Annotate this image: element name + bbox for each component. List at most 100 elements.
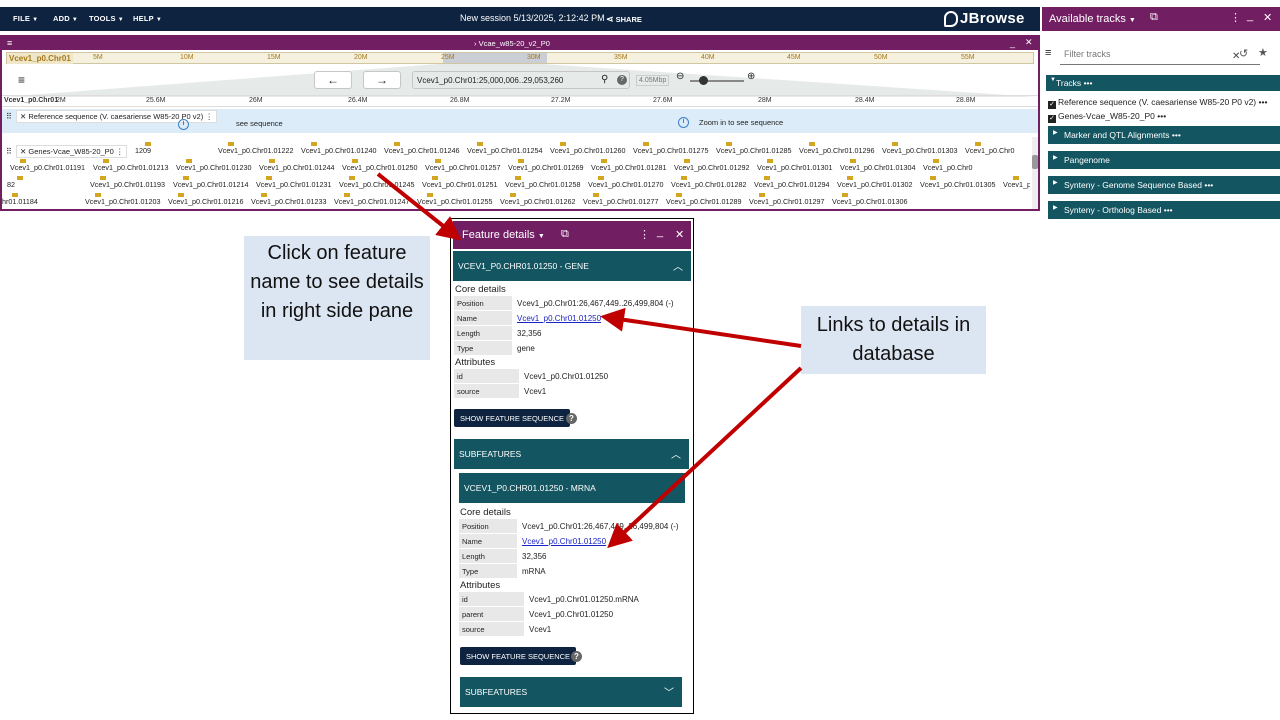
gene-feature-label[interactable]: Vcev1_p0.Chr01.01304 (840, 163, 916, 172)
gene-feature-label[interactable]: Vcev1_p0.Chr01.01301 (757, 163, 833, 172)
zoom-slider-handle[interactable] (699, 76, 708, 85)
share-button[interactable]: ⋖ SHARE (606, 14, 642, 25)
gene-feature-label[interactable]: Vcev1_p0.Chr01.01302 (837, 180, 913, 189)
open-new-window-icon[interactable]: ⧉ (1150, 11, 1158, 24)
close-track-icon[interactable]: ✕ (20, 112, 26, 121)
close-icon[interactable]: ✕ (1263, 11, 1272, 24)
more-horiz-icon[interactable]: ••• (1172, 130, 1181, 140)
gene-feature-label[interactable]: Vcev1_p0.Chr01.01250 (342, 163, 418, 172)
tracks-panel-title[interactable]: Available tracks ▼ (1049, 13, 1136, 25)
overview-scalebar[interactable]: Vcev1_p0.Chr01 5M 10M 15M 20M 25M 30M 35… (6, 52, 1034, 64)
search-icon[interactable]: ⚲ (601, 74, 608, 85)
view-title[interactable]: › Vcae_w85-20_v2_P0 (474, 39, 550, 48)
more-horiz-icon[interactable]: ••• (1259, 97, 1268, 107)
category-synteny-ortholog[interactable]: ▶ Synteny - Ortholog Based ••• (1048, 201, 1280, 219)
zoom-out-icon[interactable]: ⊖ (676, 71, 684, 82)
checkbox-checked-icon[interactable]: ✓ (1048, 115, 1056, 123)
gene-feature-label[interactable]: Vcev1_p0.Chr01.01251 (422, 180, 498, 189)
favorites-star-icon[interactable]: ★ (1258, 46, 1268, 59)
gene-section-header[interactable]: VCEV1_P0.CHR01.01250 - GENE ︿ (453, 251, 691, 281)
show-gene-sequence-button[interactable]: SHOW FEATURE SEQUENCE (454, 409, 571, 427)
tracks-category-header[interactable]: ▼ Tracks ••• (1046, 75, 1280, 91)
add-menu[interactable]: ADD ▼ (53, 14, 78, 23)
gene-feature-label[interactable]: Vcev1_p0.Chr01.01246 (384, 146, 460, 155)
filter-tracks-input[interactable]: Filter tracks ✕ (1060, 47, 1260, 65)
gene-feature-label[interactable]: Vcev1_p0.Chr01.01257 (425, 163, 501, 172)
gene-feature-label[interactable]: Vcev1_p0.Chr01.01262 (500, 197, 576, 206)
track-item-reference[interactable]: ✓ Reference sequence (V. caesariense W85-… (1048, 97, 1267, 109)
scrollbar-thumb[interactable] (1032, 155, 1038, 169)
gene-feature-label[interactable]: Vcev1_p0.Chr01.01213 (93, 163, 169, 172)
gene-feature-label[interactable]: Vcev1_p0.Chr01.01244 (259, 163, 335, 172)
category-marker-qtl[interactable]: ▶ Marker and QTL Alignments ••• (1048, 126, 1280, 144)
category-pangenome[interactable]: ▶ Pangenome (1048, 151, 1280, 169)
genes-track-label[interactable]: ✕ Genes-Vcae_W85-20_P0 ⋮ (16, 145, 128, 158)
gene-feature-label[interactable]: Vcev1_p0.Chr01.01285 (716, 146, 792, 155)
open-new-window-icon[interactable]: ⧉ (561, 228, 569, 241)
gene-feature-label[interactable]: Vcev1_p0.Chr01.01294 (754, 180, 830, 189)
help-icon[interactable]: ? (566, 413, 577, 424)
pan-left-button[interactable]: ← (314, 71, 352, 89)
help-icon[interactable]: ? (571, 651, 582, 662)
minimize-icon[interactable]: _ (1247, 10, 1253, 22)
gene-feature-label[interactable]: Vcev1_p0.Chr01.01296 (799, 146, 875, 155)
more-horiz-icon[interactable]: ••• (1157, 111, 1166, 121)
file-menu[interactable]: FILE ▼ (13, 14, 38, 23)
more-horiz-icon[interactable]: ••• (1164, 205, 1173, 215)
gene-feature-label[interactable]: Vcev1_p0.Chr01.01269 (508, 163, 584, 172)
gene-feature-label[interactable]: hr01.01184 (2, 197, 38, 206)
genes-track-scrollbar[interactable] (1032, 137, 1038, 209)
gene-feature-label[interactable]: Vcev1_p0.Chr01.01254 (467, 146, 543, 155)
more-vert-icon[interactable]: ⋮ (1230, 11, 1241, 24)
gene-feature-label[interactable]: Vcev1_p0.Chr01.01297 (749, 197, 825, 206)
session-title[interactable]: New session 5/13/2025, 2:12:42 PM (460, 13, 605, 23)
gene-feature-label[interactable]: Vcev1_p0.Chr01.01306 (832, 197, 908, 206)
subfeatures-header[interactable]: SUBFEATURES ︿ (454, 439, 689, 469)
gene-glyph[interactable] (17, 176, 23, 180)
gene-feature-label[interactable]: Vcev1_p0.Chr01.01231 (256, 180, 332, 189)
minimize-view-icon[interactable]: _ (1010, 38, 1015, 48)
location-input[interactable]: Vcev1_p0.Chr01:25,000,006..29,053,260 ⚲ … (412, 71, 630, 89)
minimize-icon[interactable]: _ (657, 226, 663, 238)
gene-feature-label[interactable]: 1209 (135, 146, 151, 155)
genes-track[interactable]: 1209 Vcev1_p0.Chr01.01222 Vcev1_p0.Chr01.0… (2, 137, 1030, 209)
category-synteny-genome[interactable]: ▶ Synteny - Genome Sequence Based ••• (1048, 176, 1280, 194)
track-selector-icon[interactable]: ≡ (18, 73, 25, 87)
gene-feature-label[interactable]: Vcev1_p0.Chr01.01303 (882, 146, 958, 155)
gene-feature-label[interactable]: 82 (7, 180, 15, 189)
help-icon[interactable]: ? (617, 75, 627, 85)
pan-right-button[interactable]: → (363, 71, 401, 89)
show-mrna-sequence-button[interactable]: SHOW FEATURE SEQUENCE (460, 647, 577, 665)
gene-feature-label[interactable]: Vcev1_p0.Chr01.01277 (583, 197, 659, 206)
gene-feature-label[interactable]: Vcev1_p0.Chr01.01275 (633, 146, 709, 155)
gene-feature-label[interactable]: Vcev1_p0.Chr01.01260 (550, 146, 626, 155)
gene-feature-label[interactable]: Vcev1_p0.Chr0 (965, 146, 1015, 155)
more-vert-icon[interactable]: ⋮ (639, 228, 650, 241)
gene-feature-label[interactable]: Vcev1_p0.Chr01.01230 (176, 163, 252, 172)
gene-feature-label[interactable]: Vcev1_p0.Chr01.01247 (334, 197, 410, 206)
gene-feature-label[interactable]: Vcev1_p0.Chr01.01270 (588, 180, 664, 189)
gene-feature-label[interactable]: Vcev1_p0.Chr01.01281 (591, 163, 667, 172)
mrna-subfeatures-header[interactable]: SUBFEATURES ﹀ (460, 677, 682, 707)
gene-feature-label[interactable]: Vcev1_p0.Chr01.01191 (10, 163, 85, 172)
more-horiz-icon[interactable]: ••• (1084, 78, 1093, 88)
track-menu-icon[interactable]: ⋮ (116, 147, 124, 156)
menu-icon[interactable]: ≡ (1045, 47, 1051, 59)
history-icon[interactable]: ↺ (1239, 47, 1248, 60)
close-track-icon[interactable]: ✕ (20, 147, 26, 156)
checkbox-checked-icon[interactable]: ✓ (1048, 101, 1056, 109)
track-item-genes[interactable]: ✓ Genes-Vcae_W85-20_P0 ••• (1048, 111, 1166, 123)
close-view-icon[interactable]: ✕ (1025, 37, 1033, 48)
gene-feature-label[interactable]: Vcev1_p0.Chr01.01240 (301, 146, 377, 155)
track-menu-icon[interactable]: ⋮ (205, 112, 213, 121)
more-horiz-icon[interactable]: ••• (1204, 180, 1213, 190)
reference-sequence-track[interactable]: ⠿ ✕ Reference sequence (V. caesariense W… (2, 109, 1038, 133)
gene-feature-label[interactable]: Vcev1_p0.Chr01.01305 (920, 180, 996, 189)
gene-feature-label[interactable]: Vcev1_p0.Chr01.01233 (251, 197, 327, 206)
mrna-section-header[interactable]: VCEV1_P0.CHR01.01250 - MRNA (459, 473, 685, 503)
help-menu[interactable]: HELP ▼ (133, 14, 162, 23)
gene-feature-label[interactable]: Vcev1_p0.Chr01.01282 (671, 180, 747, 189)
gene-feature-label[interactable]: Vcev1_p0.Chr01.01216 (168, 197, 244, 206)
gene-feature-label[interactable]: Vcev1_p0.Chr01.01258 (505, 180, 581, 189)
feature-name-link[interactable]: Vcev1_p0.Chr01.01250 (522, 537, 606, 546)
